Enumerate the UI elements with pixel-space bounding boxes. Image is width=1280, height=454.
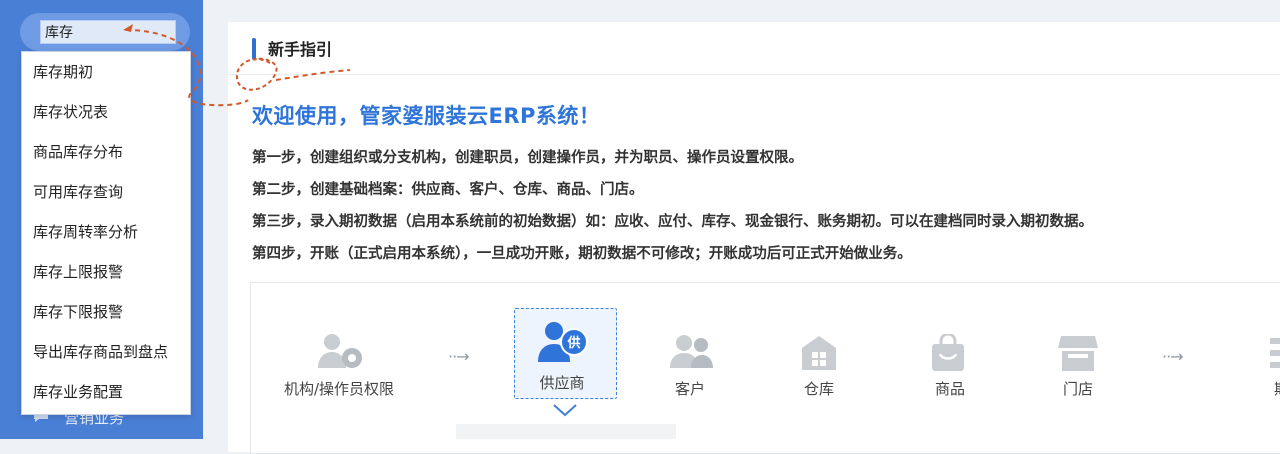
opening-icon[interactable] bbox=[1268, 334, 1280, 376]
flow-label-permissions[interactable]: 机构/操作员权限 bbox=[284, 378, 394, 399]
flow-label-product[interactable]: 商品 bbox=[935, 378, 965, 399]
step-1: 第一步，创建组织或分支机构，创建职员，创建操作员，并为职员、操作员设置权限。 bbox=[252, 150, 803, 166]
flow-detail-strip bbox=[456, 424, 676, 439]
welcome-heading: 欢迎使用，管家婆服装云ERP系统！ bbox=[252, 104, 601, 128]
search-input[interactable] bbox=[40, 20, 176, 44]
suggestion-item[interactable]: 库存业务配置 bbox=[22, 372, 190, 412]
suggestion-item[interactable]: 库存下限报警 bbox=[22, 292, 190, 332]
chevron-down-icon bbox=[552, 402, 578, 421]
flow-arrow: ··→ bbox=[1162, 347, 1184, 366]
step-3: 第三步，录入期初数据（启用本系统前的初始数据）如：应收、应付、库存、现金银行、账… bbox=[252, 214, 1093, 230]
user-gear-icon[interactable] bbox=[316, 332, 368, 376]
flow-label-customer[interactable]: 客户 bbox=[675, 378, 705, 399]
suggestion-item[interactable]: 库存状况表 bbox=[22, 92, 190, 132]
flow-label-store[interactable]: 门店 bbox=[1063, 378, 1093, 399]
suggestion-item[interactable]: 导出库存商品到盘点 bbox=[22, 332, 190, 372]
suggestion-item[interactable]: 可用库存查询 bbox=[22, 172, 190, 212]
flow-label-supplier[interactable]: 供应商 bbox=[539, 372, 584, 393]
page-title: 新手指引 bbox=[268, 40, 333, 59]
suggestion-item[interactable]: 商品库存分布 bbox=[22, 132, 190, 172]
store-icon[interactable] bbox=[1058, 334, 1098, 376]
divider bbox=[228, 74, 1280, 75]
supplier-icon[interactable]: 供 bbox=[536, 320, 590, 368]
flow-label-warehouse[interactable]: 仓库 bbox=[804, 378, 834, 399]
suggestion-item[interactable]: 库存周转率分析 bbox=[22, 212, 190, 252]
svg-text:供: 供 bbox=[566, 335, 580, 351]
step-4: 第四步，开账（正式启用本系统），一旦成功开账，期初数据不可修改；开账成功后可正式… bbox=[252, 246, 912, 262]
suggestion-item[interactable]: 库存上限报警 bbox=[22, 252, 190, 292]
step-2: 第二步，创建基础档案：供应商、客户、仓库、商品、门店。 bbox=[252, 182, 644, 198]
product-bag-icon[interactable] bbox=[930, 332, 966, 376]
flow-arrow: ··→ bbox=[448, 347, 470, 366]
search-box bbox=[20, 13, 190, 51]
flow-label-opening[interactable]: 期 bbox=[1274, 378, 1280, 399]
search-suggestions: 库存期初 库存状况表 商品库存分布 可用库存查询 库存周转率分析 库存上限报警 … bbox=[21, 51, 191, 415]
warehouse-icon[interactable] bbox=[800, 334, 838, 376]
title-accent-bar bbox=[252, 38, 256, 60]
setup-flow bbox=[250, 282, 1280, 454]
customers-icon[interactable] bbox=[667, 334, 715, 374]
suggestion-item[interactable]: 库存期初 bbox=[22, 52, 190, 92]
